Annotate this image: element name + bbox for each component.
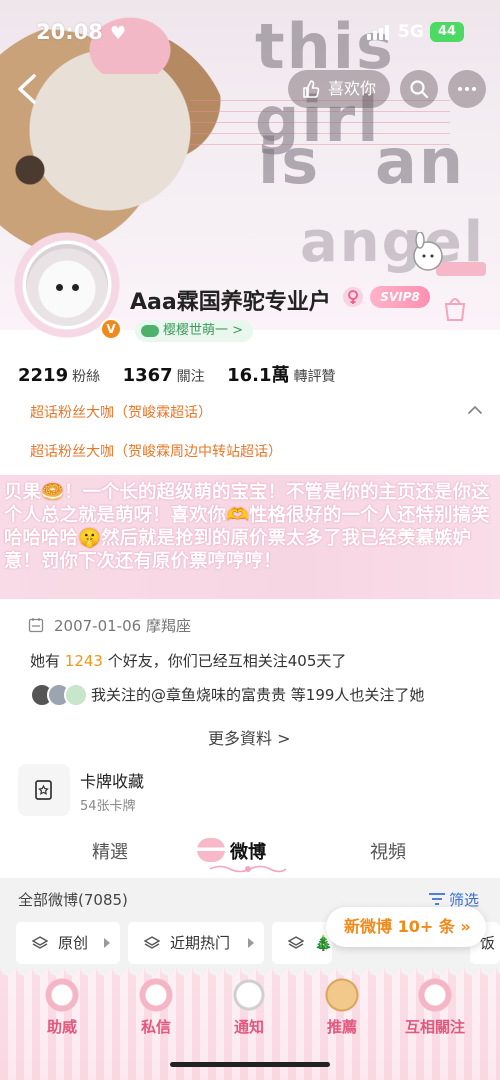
caret-right-icon [104,938,110,948]
new-weibo-pill[interactable]: 新微博 10+ 条 » [326,907,486,947]
nav-mutual-follow[interactable]: 互相關注 [390,978,480,1048]
like-you-label: 喜欢你 [328,79,377,98]
chevron-up-icon[interactable] [466,402,484,416]
calendar-icon [28,618,44,633]
heart-icon: ♥ [110,23,127,44]
search-icon [410,80,429,99]
tab-featured[interactable]: 精選 [92,838,128,864]
card-collection-count: 54张卡牌 [80,799,136,814]
caret-right-icon [248,938,254,948]
friends-line[interactable]: 她有 1243 个好友，你们已经互相关注405天了 [30,650,346,671]
message-icon [139,978,173,1012]
purse-icon [45,978,79,1012]
home-indicator[interactable] [170,1062,330,1067]
birthday-line: 2007-01-06 摩羯座 [54,617,191,635]
signal-icon [367,24,391,40]
card-icon [35,780,52,800]
fan-group-label: 樱樱世萌一 > [163,323,244,338]
cover-text: an [375,125,465,198]
more-dots-icon [458,87,476,91]
filter-icon [429,893,445,905]
thumbs-up-icon [303,80,320,98]
mutual-follow-line[interactable]: 我关注的@章鱼烧味的富贵贵 等199人也关注了她 [91,684,424,705]
friends-count: 1243 [64,652,103,670]
filter-chip-original[interactable]: 原创 [16,922,120,964]
card-collection-icon-box[interactable] [18,764,70,816]
profile-name: Aaa霖国养驼专业户 [130,290,331,315]
mutual-avatars [30,683,88,707]
nav-recommend[interactable]: 推薦 [297,978,387,1048]
layers-icon [32,936,48,949]
followers-stat[interactable]: 2219 粉絲 [18,365,100,386]
status-bar: 20:08 ♥ 5G 44 [0,0,500,64]
following-stat[interactable]: 1367 關注 [123,365,205,386]
nav-notifications[interactable]: 通知 [204,978,294,1048]
all-weibo-count: 全部微博(7085) [18,891,128,909]
macaron-icon [197,838,225,862]
tab-weibo[interactable]: 微博 [230,838,266,864]
fan-group-tag[interactable]: 樱樱世萌一 > [135,320,254,342]
apple-icon [418,978,452,1012]
card-collection-title[interactable]: 卡牌收藏 [80,768,144,792]
female-icon [343,287,363,307]
layers-icon [144,936,160,949]
svip-badge[interactable]: SVIP8 [370,286,430,308]
search-button[interactable] [400,70,438,108]
filter-chip-hot[interactable]: 近期热门 [128,922,264,964]
chaohua-badge[interactable]: 超话粉丝大咖（贺峻霖超话） [30,402,212,422]
verified-badge-icon: V [100,318,122,340]
chaohua-badge[interactable]: 超话粉丝大咖（贺峻霖周边中转站超话） [30,441,282,461]
bunny-sticker-icon [413,232,486,276]
nav-cheer[interactable]: 助威 [17,978,107,1048]
filter-chip-tree[interactable]: 🎄 [272,922,333,964]
interactions-stat[interactable]: 16.1萬 轉評贊 [227,365,335,386]
bio-section: 贝果🥯！一个长的超级萌的宝宝！不管是你的主页还是你这个人总之就是萌呀！喜欢你🫶性… [0,475,500,599]
avatar[interactable]: V [12,230,122,340]
profile-tabs: 精選 微博 視頻 [0,832,500,880]
nav-messages[interactable]: 私信 [111,978,201,1048]
cat-icon [232,978,266,1012]
battery-icon: 44 [430,22,464,42]
bio-text: 贝果🥯！一个长的超级萌的宝宝！不管是你的主页还是你这个人总之就是萌呀！喜欢你🫶性… [4,482,490,572]
like-you-button[interactable]: 喜欢你 [288,70,390,108]
bag-sticker-icon [444,298,466,321]
status-time: 20:08 [36,20,103,44]
more-button[interactable] [448,70,486,108]
cloud-icon [141,325,159,337]
double-chevron-down-icon: » [454,917,471,936]
avatar-image [26,244,108,326]
back-button[interactable] [12,70,46,108]
more-info-link[interactable]: 更多資料 > [208,725,291,749]
tab-videos[interactable]: 視頻 [370,838,406,864]
layers-icon [288,936,304,949]
ribbon-underline-icon [209,865,287,873]
network-type: 5G [398,22,424,42]
bear-icon [325,978,359,1012]
chevron-left-icon [18,74,36,104]
profile-stats: 2219 粉絲 1367 關注 16.1萬 轉評贊 [18,361,354,387]
cover-text: is [258,125,321,198]
